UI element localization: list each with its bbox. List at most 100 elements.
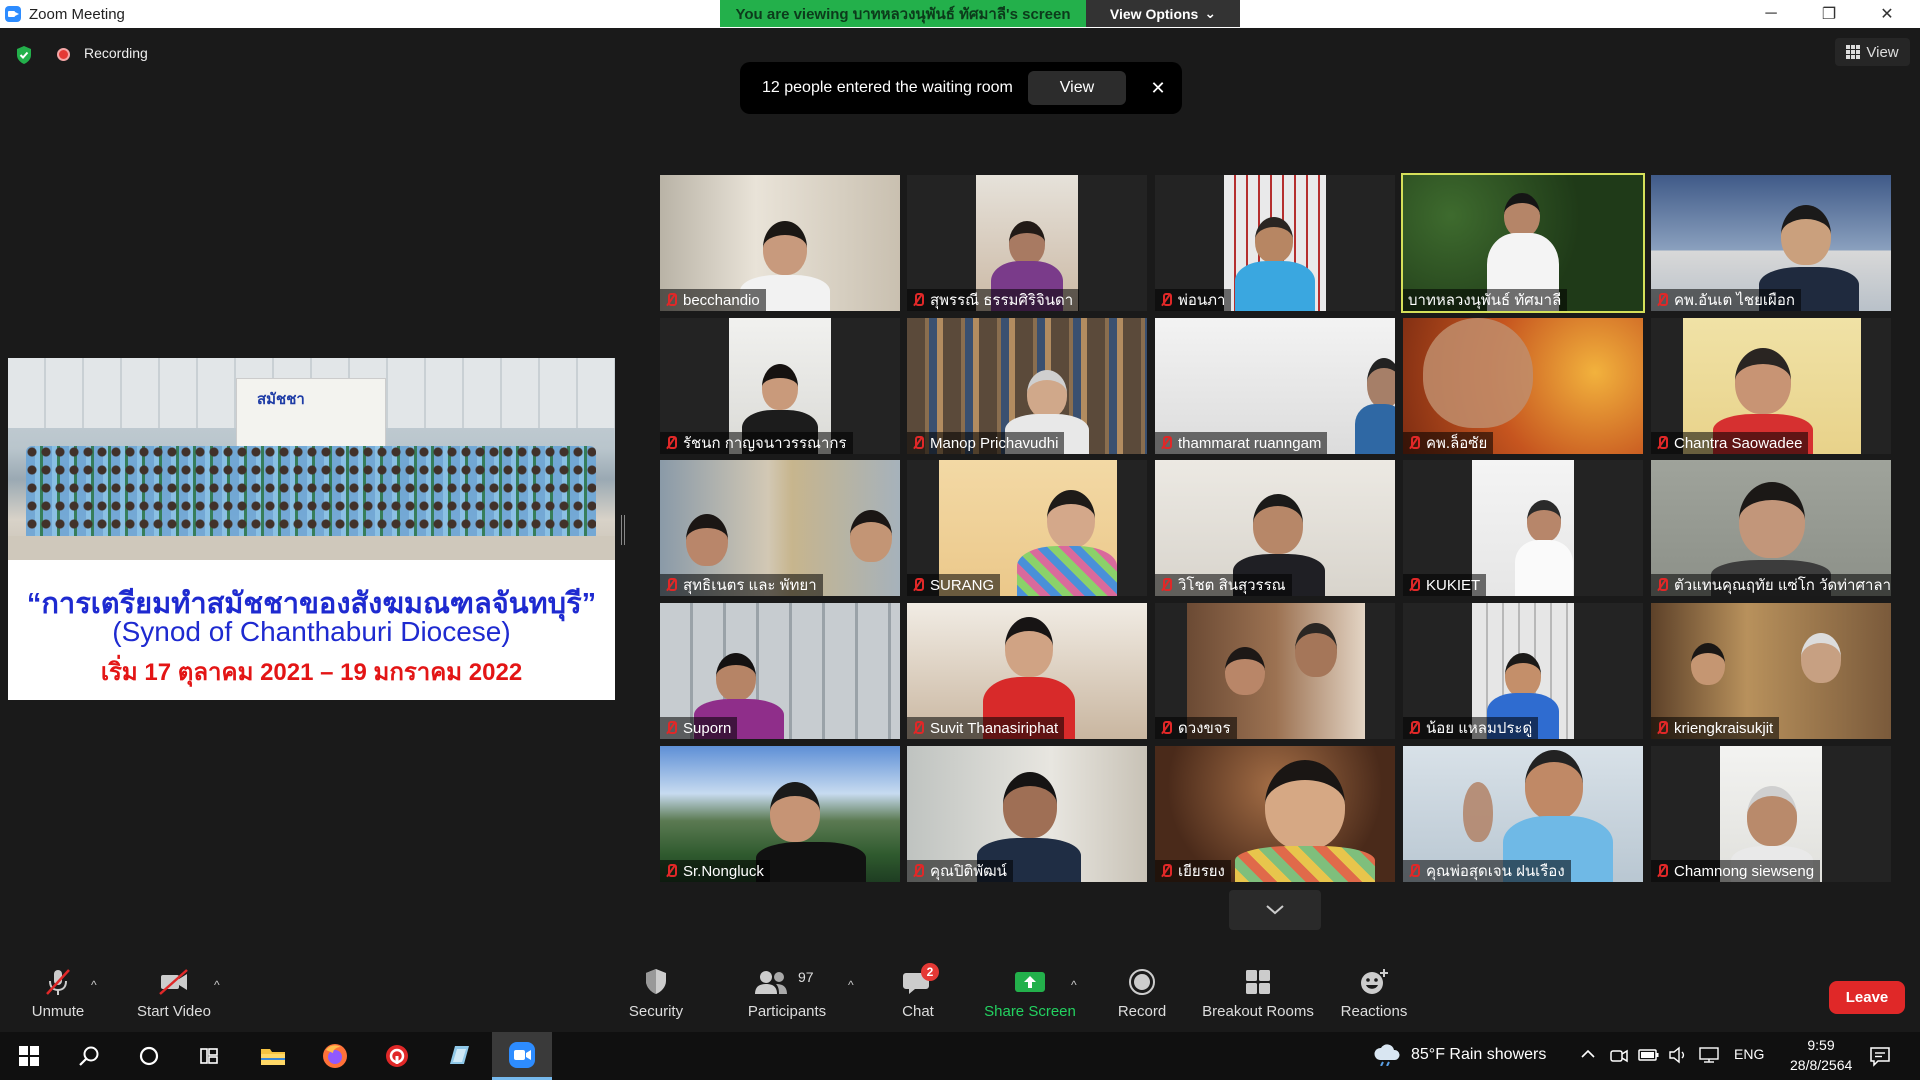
search-button[interactable] (62, 1032, 116, 1080)
volume-icon[interactable] (1668, 1046, 1688, 1064)
app-button-red[interactable] (370, 1032, 424, 1080)
participant-name: บาทหลวงนุพันธ์ ทัศมาลี (1408, 292, 1562, 309)
chevron-up-icon (1581, 1049, 1595, 1058)
zoom-taskbar-button[interactable] (492, 1032, 552, 1080)
close-window-button[interactable]: ✕ (1858, 0, 1916, 28)
participant-tile[interactable]: Suporn (660, 603, 900, 739)
firefox-button[interactable] (308, 1032, 362, 1080)
encryption-shield-icon[interactable] (15, 45, 33, 65)
chat-unread-badge: 2 (921, 963, 939, 981)
participant-name: เยียรยง (1178, 863, 1225, 880)
muted-mic-icon (1408, 436, 1420, 450)
view-layout-label: View (1866, 43, 1899, 61)
view-layout-button[interactable]: View (1835, 38, 1910, 66)
participant-name: คุณพ่อสุดเจน ฝนเรือง (1426, 863, 1565, 880)
participant-tile[interactable]: สุพรรณี ธรรมศิริจินดา (907, 175, 1147, 311)
participant-name: ตัวแทนคุณฤทัย แซ่โก วัดท่าศาลา... (1674, 577, 1891, 594)
chat-button[interactable]: 2 Chat (888, 960, 948, 1028)
file-explorer-button[interactable] (246, 1032, 300, 1080)
participant-tile[interactable]: ตัวแทนคุณฤทัย แซ่โก วัดท่าศาลา... (1651, 460, 1891, 596)
view-options-button[interactable]: View Options ⌄ (1086, 0, 1240, 27)
zoom-window: Zoom Meeting ─ ❐ ✕ You are viewing บาทหล… (0, 0, 1920, 1080)
minimize-button[interactable]: ─ (1742, 0, 1800, 28)
muted-mic-icon (1656, 293, 1668, 307)
red-circle-app-icon (386, 1045, 408, 1067)
participant-tile[interactable]: สุทธิเนตร และ พัทยา (660, 460, 900, 596)
muted-mic-icon (1160, 721, 1172, 735)
video-options-caret[interactable]: ^ (214, 978, 220, 992)
battery-icon[interactable] (1638, 1048, 1660, 1062)
participant-tile[interactable]: Chamnong siewseng (1651, 746, 1891, 882)
share-options-caret[interactable]: ^ (1071, 978, 1077, 992)
participant-tile[interactable]: รัชนก กาญจนาวรรณากร (660, 318, 900, 454)
cortana-button[interactable] (122, 1032, 176, 1080)
participant-tile[interactable]: Suvit Thanasiriphat (907, 603, 1147, 739)
split-view-divider-handle[interactable] (621, 515, 625, 545)
participant-tile[interactable]: becchandio (660, 175, 900, 311)
participant-tile[interactable]: Chantra Saowadee (1651, 318, 1891, 454)
leave-meeting-button[interactable]: Leave (1829, 981, 1905, 1014)
participant-tile[interactable]: thammarat ruanngam (1155, 318, 1395, 454)
system-clock[interactable]: 9:59 28/8/2564 (1790, 1035, 1852, 1075)
show-hidden-icons-caret[interactable] (1580, 1046, 1596, 1062)
waiting-room-notification: 12 people entered the waiting room View … (740, 62, 1182, 114)
share-screen-icon (1015, 972, 1045, 992)
participant-tile[interactable]: คุณปิติพัฒน์ (907, 746, 1147, 882)
app-button-blue[interactable] (432, 1032, 486, 1080)
participant-tile[interactable]: KUKIET (1403, 460, 1643, 596)
participant-tile[interactable]: คุณพ่อสุดเจน ฝนเรือง (1403, 746, 1643, 882)
breakout-rooms-button[interactable]: Breakout Rooms (1198, 960, 1318, 1028)
record-button[interactable]: Record (1110, 960, 1174, 1028)
close-notification-icon[interactable]: ✕ (1145, 74, 1171, 102)
synod-banner: สมัชชา (236, 378, 386, 450)
banner-title: สมัชชา (257, 391, 305, 408)
participant-tile[interactable]: kriengkraisukjit (1651, 603, 1891, 739)
windows-taskbar: 85°F Rain showers ENG 9:59 28/8/2564 (0, 1032, 1920, 1080)
participant-name: สุพรรณี ธรรมศิริจินดา (930, 292, 1074, 309)
participants-options-caret[interactable]: ^ (848, 978, 854, 992)
participant-tile[interactable]: Sr.Nongluck (660, 746, 900, 882)
chat-label: Chat (902, 1003, 934, 1020)
participant-tile[interactable]: SURANG (907, 460, 1147, 596)
muted-mic-icon (1160, 436, 1172, 450)
reactions-button[interactable]: Reactions (1336, 960, 1412, 1028)
participant-tile[interactable]: ดวงขจร (1155, 603, 1395, 739)
muted-mic-icon (665, 578, 677, 592)
network-icon[interactable] (1698, 1046, 1720, 1064)
muted-mic-icon (1656, 436, 1668, 450)
audio-options-caret[interactable]: ^ (91, 978, 97, 992)
participant-tile-active-speaker[interactable]: บาทหลวงนุพันธ์ ทัศมาลี (1401, 173, 1645, 313)
participant-tile[interactable]: พ่อนภา (1155, 175, 1395, 311)
participant-name: ดวงขจร (1178, 720, 1231, 737)
participant-tile[interactable]: คพ.ล็อซัย (1403, 318, 1643, 454)
waiting-room-view-button[interactable]: View (1028, 71, 1126, 105)
restore-button[interactable]: ❐ (1800, 0, 1858, 28)
participant-tile[interactable]: เยียรยง (1155, 746, 1395, 882)
participant-tile[interactable]: วิโชต สินสุวรรณ (1155, 460, 1395, 596)
task-view-button[interactable] (182, 1032, 236, 1080)
participant-name: น้อย แหลมประดู่ (1426, 720, 1533, 737)
participant-name: Suvit Thanasiriphat (930, 719, 1059, 737)
unmute-button[interactable]: Unmute (20, 960, 96, 1028)
participant-name: Suporn (683, 719, 732, 737)
participant-name: SURANG (930, 576, 995, 594)
next-page-button[interactable] (1229, 890, 1321, 930)
meet-now-camera-icon[interactable] (1610, 1046, 1628, 1066)
recording-label[interactable]: Recording (84, 45, 148, 61)
start-button[interactable] (2, 1032, 56, 1080)
security-button[interactable]: Security (618, 960, 694, 1028)
participant-tile[interactable]: Manop Prichavudhi (907, 318, 1147, 454)
blue-app-icon (450, 1046, 469, 1064)
share-screen-button[interactable]: Share Screen (978, 960, 1082, 1028)
muted-mic-icon (1408, 721, 1420, 735)
record-label: Record (1117, 1003, 1167, 1020)
record-icon (1129, 969, 1155, 995)
start-video-button[interactable]: Start Video (128, 960, 220, 1028)
chevron-down-icon (1266, 905, 1284, 915)
notification-center-icon[interactable] (1868, 1044, 1892, 1068)
weather-widget[interactable]: 85°F Rain showers (1411, 1046, 1546, 1064)
input-language-indicator[interactable]: ENG (1734, 1046, 1764, 1062)
participants-button[interactable]: 97 Participants (737, 960, 837, 1028)
participant-tile[interactable]: น้อย แหลมประดู่ (1403, 603, 1643, 739)
participant-tile[interactable]: คพ.อันเต ไชยเผือก (1651, 175, 1891, 311)
